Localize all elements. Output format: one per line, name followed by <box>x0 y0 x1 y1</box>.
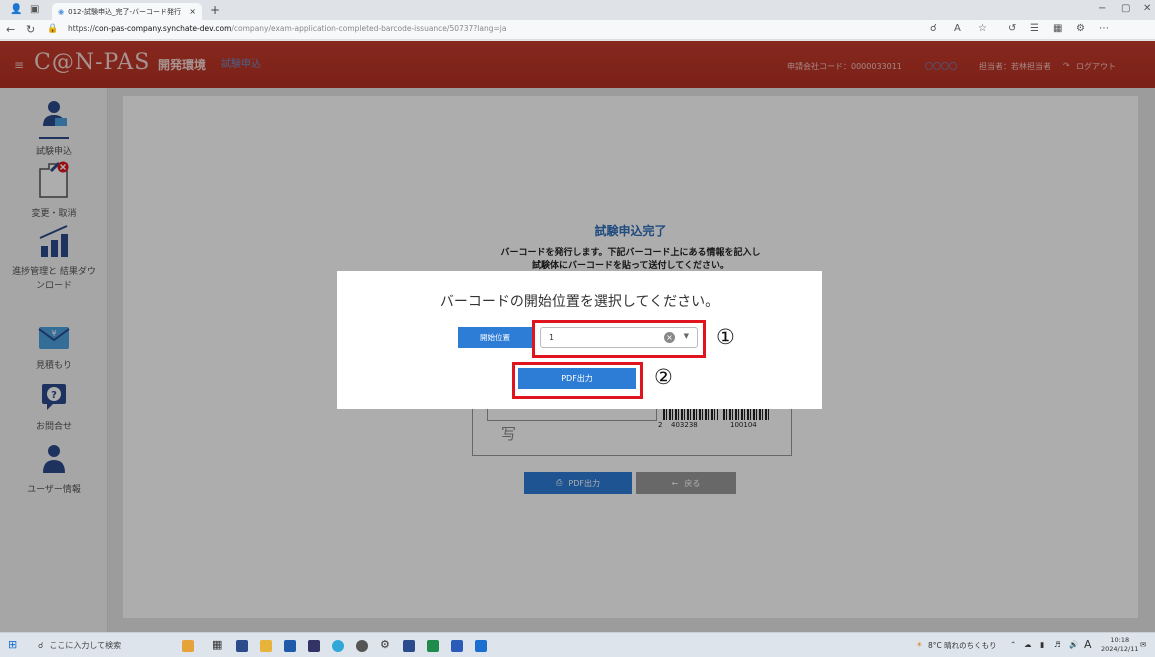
search-page-icon[interactable]: ☌ <box>930 23 937 34</box>
collections-icon[interactable]: ▦ <box>1053 23 1062 34</box>
annotation-box-1 <box>532 320 706 358</box>
favorites-list-icon[interactable]: ☰ <box>1030 23 1039 34</box>
taskbar: ⊞ ☌ ここに入力して検索 ▦ ⚙ ☀ 8°C 晴れのちくもり ⌃ ☁ ▮ ♬ … <box>0 632 1155 657</box>
annotation-box-2 <box>512 362 643 399</box>
taskbar-app-icon[interactable] <box>356 640 368 652</box>
taskbar-app-icon[interactable] <box>236 640 248 652</box>
window-close-button[interactable]: ✕ <box>1143 3 1151 14</box>
tab-favicon-icon: ◉ <box>58 7 65 16</box>
notification-icon[interactable]: ✉ <box>1140 640 1146 649</box>
start-position-label: 開始位置 <box>458 327 532 348</box>
clock-date: 2024/12/11 <box>1101 645 1139 653</box>
edge-icon[interactable] <box>332 640 344 652</box>
tab-actions-icon[interactable]: ▣ <box>30 4 39 15</box>
modal-title: バーコードの開始位置を選択してください。 <box>439 294 720 310</box>
volume-icon[interactable]: ♬ <box>1054 640 1061 649</box>
url-host: con-pas-company.synchate-dev.com <box>94 24 232 33</box>
settings-gear-icon[interactable]: ⚙ <box>380 638 390 651</box>
url-path: /company/exam-application-completed-barc… <box>231 24 507 33</box>
back-arrow-icon[interactable]: ← <box>6 23 15 36</box>
word-icon[interactable] <box>451 640 463 652</box>
address-bar: ← ↻ 🔒 https://con-pas-company.synchate-d… <box>0 20 1155 40</box>
battery-icon[interactable]: ▮ <box>1040 640 1044 649</box>
annotation-number-2: ② <box>654 365 673 389</box>
annotation-number-1: ① <box>716 325 735 349</box>
weather-text[interactable]: 8°C 晴れのちくもり <box>928 640 997 651</box>
taskbar-app-icon[interactable] <box>403 640 415 652</box>
network-icon[interactable]: ☁ <box>1024 640 1032 649</box>
taskbar-search[interactable]: ☌ ここに入力して検索 <box>24 636 174 655</box>
new-tab-button[interactable]: + <box>210 3 220 17</box>
browser-tab-bar: 👤 ▣ ◉ 012-試験申込_完了-バーコード発行 × + − ▢ ✕ <box>0 0 1155 20</box>
favorite-star-icon[interactable]: ☆ <box>978 23 987 34</box>
tray-chevron-icon[interactable]: ⌃ <box>1010 640 1016 649</box>
excel-icon[interactable] <box>427 640 439 652</box>
lock-icon[interactable]: 🔒 <box>47 24 58 34</box>
taskbar-app-icon[interactable] <box>308 640 320 652</box>
minimize-button[interactable]: − <box>1098 3 1106 14</box>
refresh-icon[interactable]: ↻ <box>26 23 35 36</box>
tab-close-icon[interactable]: × <box>189 7 196 16</box>
extensions-icon[interactable]: ⚙ <box>1076 23 1085 34</box>
speaker-icon[interactable]: 🔊 <box>1069 640 1078 649</box>
weather-icon: ☀ <box>916 640 923 649</box>
task-view-icon[interactable]: ▦ <box>212 638 222 651</box>
taskbar-app-icon[interactable] <box>182 640 194 652</box>
maximize-button[interactable]: ▢ <box>1121 3 1130 14</box>
more-menu-icon[interactable]: ⋯ <box>1099 23 1109 34</box>
windows-start-icon[interactable]: ⊞ <box>8 638 17 651</box>
taskbar-app-icon[interactable] <box>475 640 487 652</box>
clock-time: 10:18 <box>1110 636 1130 644</box>
folder-icon[interactable] <box>260 640 272 652</box>
search-icon: ☌ <box>38 641 44 650</box>
store-icon[interactable] <box>284 640 296 652</box>
search-placeholder: ここに入力して検索 <box>49 641 122 650</box>
browser-tab[interactable]: ◉ 012-試験申込_完了-バーコード発行 × <box>52 3 202 20</box>
url-scheme: https:// <box>68 24 95 33</box>
read-aloud-icon[interactable]: A <box>954 23 961 34</box>
profile-icon[interactable]: 👤 <box>10 4 22 15</box>
url-field[interactable]: https://con-pas-company.synchate-dev.com… <box>68 24 506 33</box>
tab-title: 012-試験申込_完了-バーコード発行 <box>68 7 182 16</box>
ime-indicator[interactable]: A <box>1084 638 1092 651</box>
refresh-extension-icon[interactable]: ↺ <box>1008 23 1016 34</box>
taskbar-clock[interactable]: 10:18 2024/12/11 <box>1101 636 1138 654</box>
